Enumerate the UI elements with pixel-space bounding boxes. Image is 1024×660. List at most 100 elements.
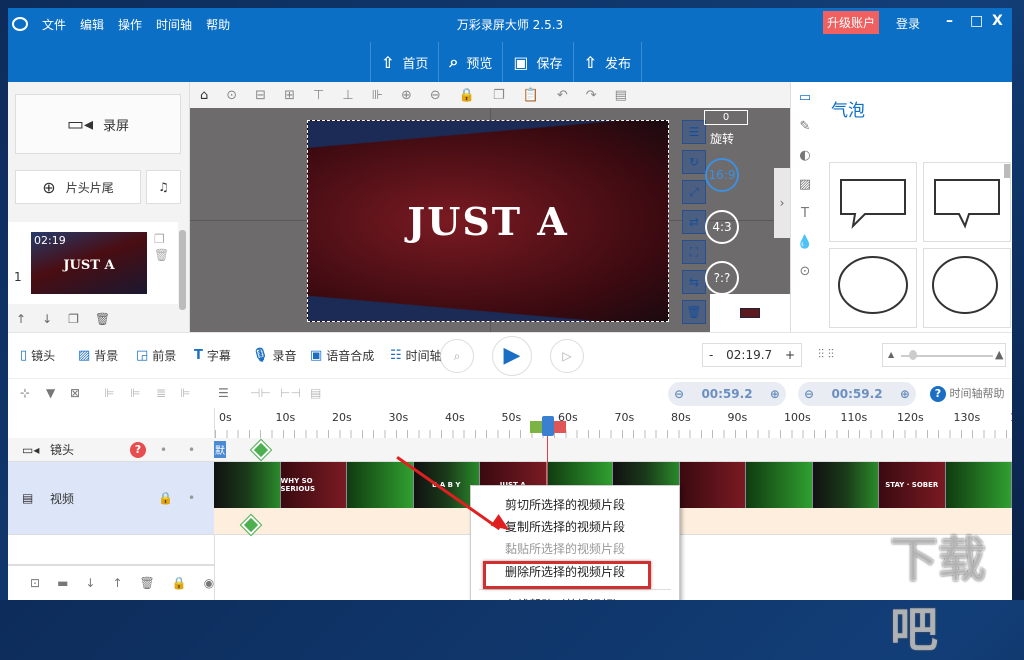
move-up-icon[interactable]: ↑ — [16, 312, 26, 326]
image-icon[interactable]: ▨ — [799, 177, 811, 192]
folder-icon[interactable]: ▬ — [57, 576, 68, 590]
video-clip[interactable] — [347, 462, 414, 508]
more-icon[interactable]: ⊙ — [800, 264, 811, 279]
lock-icon[interactable]: 🔒 — [172, 576, 187, 590]
bubble-item[interactable] — [829, 248, 917, 328]
scene-item[interactable]: 1 02:19 JUST A ❐ 🗑 — [8, 222, 178, 304]
tool-camera[interactable]: ▯ 镜头 — [20, 347, 55, 364]
home-icon[interactable]: ⌂ — [200, 88, 208, 103]
fit-icon[interactable]: ⤢ — [682, 180, 706, 204]
distribute-icon[interactable]: ≣ — [156, 386, 166, 400]
bubble-item[interactable] — [923, 162, 1011, 242]
minimap[interactable] — [710, 294, 790, 332]
clear-icon[interactable]: ⊠ — [70, 386, 80, 400]
menu-cut-clip[interactable]: 剪切所选择的视频片段 — [505, 496, 625, 513]
video-clip[interactable] — [945, 462, 1012, 508]
rotate-icon[interactable]: ↻ — [682, 150, 706, 174]
delete-icon[interactable]: 🗑 — [95, 312, 110, 326]
record-screen-button[interactable]: ▭◂ 录屏 — [15, 94, 181, 154]
fullscreen-icon[interactable]: ⛶ — [682, 240, 706, 264]
timeline-help-link[interactable]: ? 时间轴帮助 — [930, 385, 1005, 402]
next-frame-button[interactable]: ▷ — [550, 339, 584, 373]
history-icon[interactable]: ▤ — [615, 88, 627, 103]
dot-icon[interactable]: • — [160, 443, 167, 457]
layer-icon[interactable]: ☰ — [682, 120, 706, 144]
menu-copy-clip[interactable]: 复制所选择的视频片段 — [505, 518, 625, 535]
shrink-icon[interactable]: ⊣⊢ — [250, 386, 271, 400]
delete-icon[interactable]: 🗑 — [140, 576, 155, 590]
align-left-icon[interactable]: ⊫ — [104, 386, 114, 400]
pen-icon[interactable]: ✎ — [800, 119, 811, 134]
end-minus-icon[interactable]: ⊖ — [804, 387, 814, 401]
lock-icon[interactable]: 🔒 — [459, 88, 475, 103]
maximize-button[interactable]: □ — [970, 13, 983, 29]
minimize-button[interactable]: – — [946, 13, 953, 29]
tool-record-audio[interactable]: 🎙 录音 — [252, 347, 297, 364]
timeline-ruler[interactable]: 0s 10s 20s 30s 40s 50s 60s 70s 80s 90s 100s 110s 120… — [214, 408, 1012, 438]
track-video[interactable]: ▤ 视频 🔒 • — [8, 462, 214, 535]
text-icon[interactable]: T — [801, 206, 809, 221]
scene-thumbnail[interactable]: 02:19 JUST A — [31, 232, 147, 294]
end-time-stepper[interactable]: ⊖ 00:59.2 ⊕ — [798, 382, 916, 406]
video-clip[interactable] — [214, 462, 281, 508]
end-plus-icon[interactable]: ⊕ — [900, 387, 910, 401]
delete-scene-icon[interactable]: 🗑 — [154, 248, 169, 262]
menu-online-help[interactable]: 在线帮助（剪辑视频） — [479, 589, 671, 600]
ratio-4-3-button[interactable]: 4:3 — [705, 210, 739, 244]
duration-minus[interactable]: - — [709, 348, 713, 362]
align-middle-icon[interactable]: ⊪ — [372, 88, 383, 103]
upgrade-button[interactable]: 升级账户 — [823, 11, 880, 34]
video-clip[interactable] — [746, 462, 813, 508]
split-icon[interactable]: ☰ — [218, 386, 229, 400]
align-left-icon[interactable]: ⊟ — [255, 88, 266, 103]
expand-panel-button[interactable]: › — [774, 168, 790, 238]
add-clip-icon[interactable] — [241, 515, 261, 535]
move-down-icon[interactable]: ↓ — [85, 576, 95, 590]
copy-icon[interactable]: ❐ — [68, 312, 79, 326]
align-right-icon[interactable]: ⊫ — [130, 386, 140, 400]
start-time-stepper[interactable]: ⊖ 00:59.2 ⊕ — [668, 382, 786, 406]
bubble-item[interactable] — [923, 248, 1011, 328]
move-down-icon[interactable]: ↓ — [42, 312, 52, 326]
head-tail-button[interactable]: ⊕ 片头片尾 — [15, 170, 141, 204]
start-minus-icon[interactable]: ⊖ — [674, 387, 684, 401]
align-bottom-icon[interactable]: ⊫ — [180, 386, 190, 400]
move-up-icon[interactable]: ↑ — [112, 576, 122, 590]
paste-icon[interactable]: 📋 — [523, 88, 539, 103]
login-button[interactable]: 登录 — [896, 15, 920, 32]
duration-value[interactable]: 02:19.7 — [726, 348, 772, 362]
tool-foreground[interactable]: ◲ 前景 — [136, 347, 176, 364]
play-button[interactable]: ▶ — [492, 336, 532, 376]
eye-icon[interactable]: ◉ — [204, 576, 214, 590]
video-element[interactable]: JUST A — [307, 120, 669, 322]
tool-timeline[interactable]: ☷ 时间轴 — [390, 347, 442, 364]
expand-icon[interactable]: ⊢⊣ — [280, 386, 301, 400]
ratio-custom-button[interactable]: ?:? — [705, 261, 739, 295]
video-clip[interactable] — [812, 462, 879, 508]
tool-subtitle[interactable]: T 字幕 — [194, 347, 231, 364]
compress-icon[interactable]: ⫶⫶ ⫶⫶ — [818, 347, 834, 362]
zoom-slider[interactable]: ▲ ▲ — [882, 343, 1006, 367]
video-clip[interactable]: STAY · SOBER — [879, 462, 946, 508]
bubble-item[interactable] — [829, 162, 917, 242]
playhead[interactable] — [542, 416, 554, 436]
ratio-16-9-button[interactable]: 16:9 — [705, 158, 739, 192]
home-button[interactable]: ⇧ 首页 — [370, 42, 438, 82]
filter-icon[interactable]: ▼ — [46, 386, 55, 400]
copy-scene-icon[interactable]: ❐ — [154, 232, 165, 246]
video-clip[interactable]: WHY SO SERIOUS — [280, 462, 347, 508]
marker-icon[interactable]: ▤ — [310, 386, 321, 400]
panel-scrollbar[interactable] — [1004, 164, 1010, 178]
more-icon[interactable]: ⊙ — [226, 88, 237, 103]
align-bottom-icon[interactable]: ⊥ — [342, 88, 353, 103]
redo-icon[interactable]: ↷ — [586, 88, 597, 103]
rotate-input[interactable]: 0 — [704, 110, 748, 125]
add-camera-icon[interactable] — [251, 440, 271, 460]
duration-stepper[interactable]: -02:19.7 + — [702, 343, 802, 367]
duration-plus[interactable]: + — [785, 348, 795, 362]
help-icon[interactable]: ? — [130, 441, 146, 458]
publish-button[interactable]: ⇧ 发布 — [572, 42, 642, 82]
swap-icon[interactable]: ⇆ — [682, 270, 706, 294]
save-button[interactable]: ▣ 保存 — [502, 42, 572, 82]
preview-button[interactable]: ⌕ 预览 — [438, 42, 502, 82]
